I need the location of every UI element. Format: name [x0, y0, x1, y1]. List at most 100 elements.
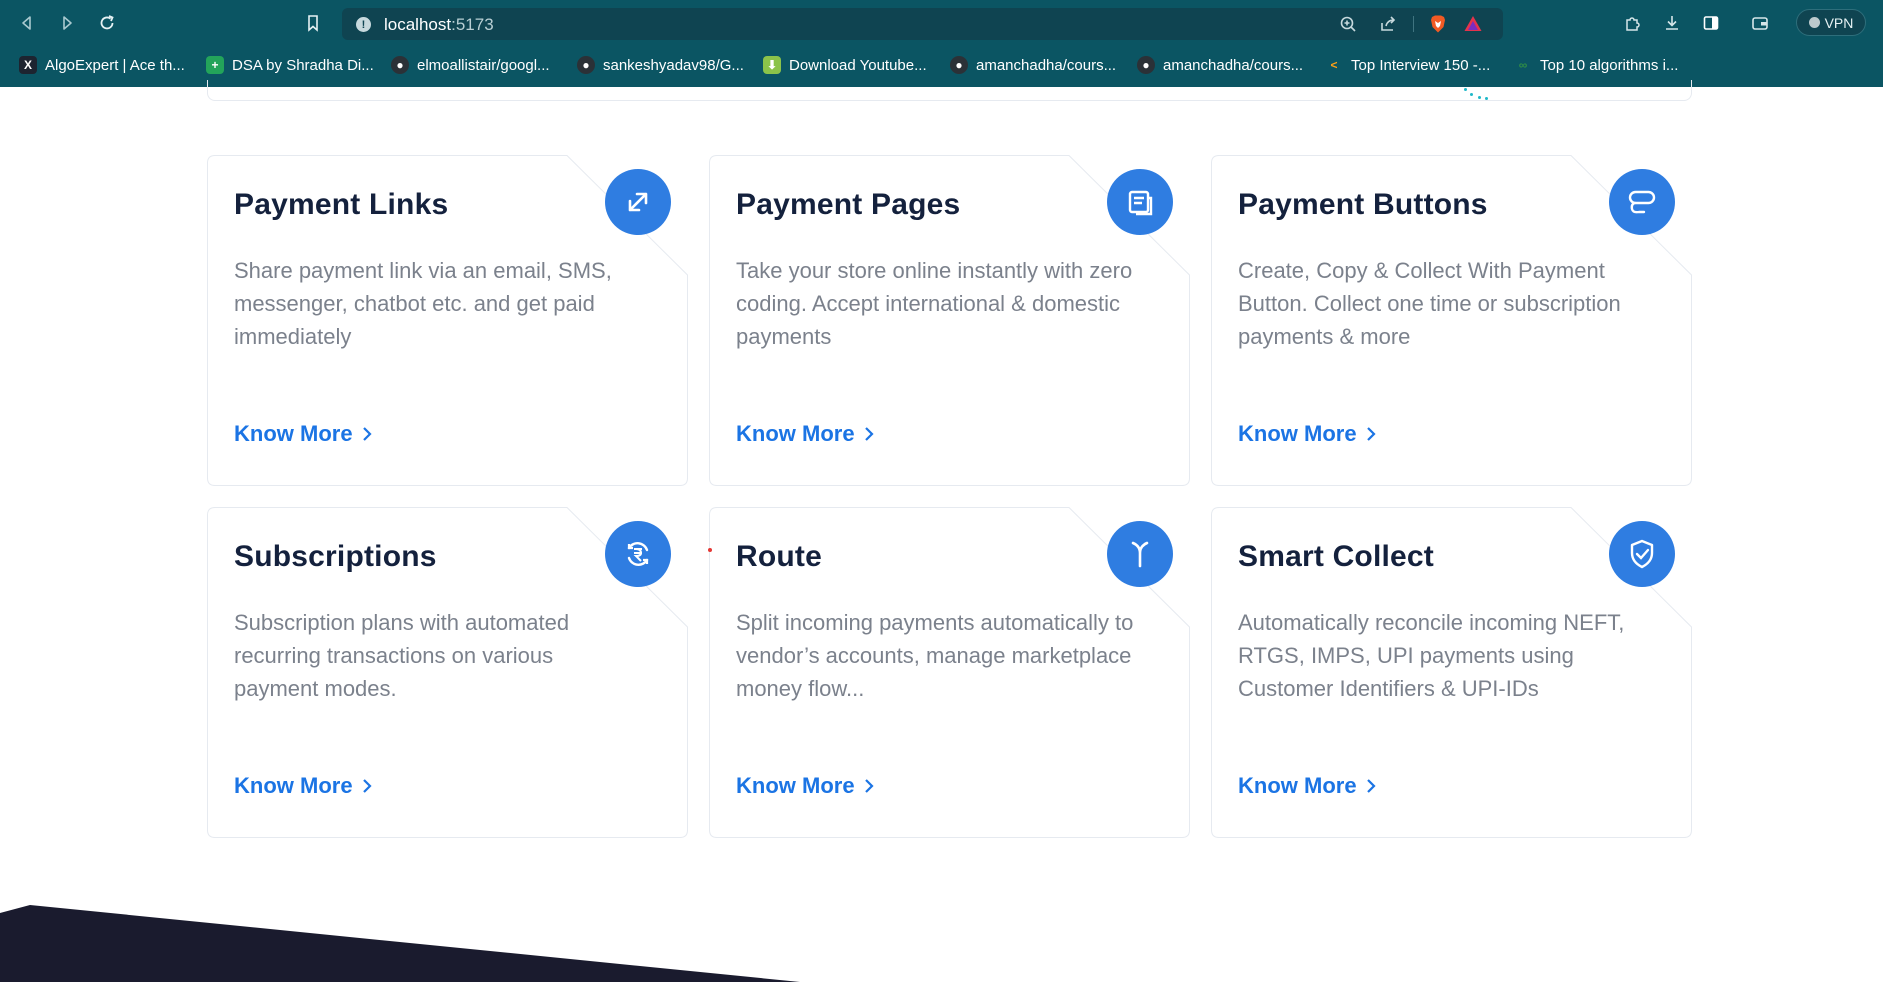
browser-chrome: ! localhost:5173 VPN X AlgoExpert | Ace …	[0, 0, 1883, 87]
chevron-right-icon	[864, 779, 874, 793]
know-more-label: Know More	[1238, 773, 1357, 798]
product-card-smart-collect[interactable]: Smart Collect Automatically reconcile in…	[1211, 507, 1692, 838]
bookmark-label: Top 10 algorithms i...	[1540, 56, 1679, 74]
card-description: Automatically reconcile incoming NEFT, R…	[1238, 610, 1625, 701]
bookmark-icon[interactable]	[300, 10, 326, 36]
address-bar[interactable]: ! localhost:5173	[342, 8, 1503, 40]
bookmark-label: amanchadha/cours...	[976, 56, 1117, 74]
extensions-icon[interactable]	[1620, 10, 1646, 36]
know-more-link[interactable]: Know More	[736, 421, 875, 447]
know-more-link[interactable]: Know More	[1238, 421, 1377, 447]
bookmark-label: Download Youtube...	[789, 56, 927, 74]
payment-pages-icon	[1107, 169, 1173, 235]
product-card-payment-buttons[interactable]: Payment Buttons Create, Copy & Collect W…	[1211, 155, 1692, 486]
card-description: Share payment link via an email, SMS, me…	[234, 258, 612, 349]
bookmark-label: sankeshyadav98/G...	[603, 56, 744, 74]
know-more-label: Know More	[736, 773, 855, 798]
sidebar-toggle-icon[interactable]	[1698, 10, 1724, 36]
download-icon: ⬇	[763, 56, 781, 74]
card-title: Payment Links	[234, 188, 449, 221]
vpn-label: VPN	[1824, 14, 1854, 31]
url-divider	[1413, 16, 1414, 32]
bookmark-item[interactable]: ● amanchadha/cours...	[1137, 53, 1303, 77]
card-description: Create, Copy & Collect With Payment Butt…	[1238, 258, 1621, 349]
brave-shields-icon[interactable]	[1428, 14, 1448, 34]
bookmark-label: amanchadha/cours...	[1163, 56, 1304, 74]
algoexpert-icon: X	[19, 56, 37, 74]
github-icon: ●	[577, 56, 595, 74]
downloads-icon[interactable]	[1659, 10, 1685, 36]
loader-dot	[1478, 96, 1481, 99]
bookmark-item[interactable]: X AlgoExpert | Ace th...	[19, 53, 185, 77]
geeksforgeeks-icon: ∞	[1518, 58, 1528, 72]
url-text[interactable]: localhost:5173	[384, 15, 494, 35]
github-icon: ●	[950, 56, 968, 74]
wallet-icon[interactable]	[1747, 10, 1773, 36]
leetcode-icon: <	[1330, 58, 1338, 72]
bookmark-item[interactable]: < Top Interview 150 -...	[1325, 53, 1490, 77]
reload-icon[interactable]	[94, 10, 120, 36]
browser-toolbar: ! localhost:5173 VPN	[0, 0, 1883, 46]
card-title: Payment Pages	[736, 188, 961, 221]
chevron-right-icon	[362, 779, 372, 793]
chevron-right-icon	[1366, 427, 1376, 441]
site-info-icon[interactable]: !	[356, 17, 371, 32]
bookmark-label: DSA by Shradha Di...	[232, 56, 374, 74]
know-more-label: Know More	[234, 773, 353, 798]
subscriptions-rupee-icon	[605, 521, 671, 587]
know-more-link[interactable]: Know More	[234, 773, 373, 799]
card-title: Subscriptions	[234, 540, 437, 573]
bookmark-item[interactable]: ∞ Top 10 algorithms i...	[1514, 53, 1679, 77]
bookmark-item[interactable]: ● sankeshyadav98/G...	[577, 53, 744, 77]
know-more-label: Know More	[1238, 421, 1357, 446]
product-card-payment-pages[interactable]: Payment Pages Take your store online ins…	[709, 155, 1190, 486]
card-description: Split incoming payments automatically to…	[736, 610, 1134, 701]
vpn-button[interactable]: VPN	[1796, 9, 1866, 36]
product-card-payment-links[interactable]: Payment Links Share payment link via an …	[207, 155, 688, 486]
know-more-link[interactable]: Know More	[234, 421, 373, 447]
zoom-icon[interactable]	[1338, 14, 1358, 34]
github-icon: ●	[391, 56, 409, 74]
card-description: Take your store online instantly with ze…	[736, 258, 1133, 349]
chevron-right-icon	[362, 427, 372, 441]
chevron-right-icon	[864, 427, 874, 441]
payment-buttons-icon	[1609, 169, 1675, 235]
payment-links-icon	[605, 169, 671, 235]
bookmark-item[interactable]: ● elmoallistair/googl...	[391, 53, 550, 77]
shield-check-icon	[1609, 521, 1675, 587]
card-title: Route	[736, 540, 822, 573]
know-more-link[interactable]: Know More	[1238, 773, 1377, 799]
know-more-link[interactable]: Know More	[736, 773, 875, 799]
loader-dot	[1485, 97, 1488, 100]
bookmark-label: elmoallistair/googl...	[417, 56, 550, 74]
know-more-label: Know More	[736, 421, 855, 446]
back-icon[interactable]	[14, 10, 40, 36]
loader-dot	[1470, 93, 1473, 96]
url-host: localhost	[384, 15, 452, 34]
previous-section-card	[207, 80, 1692, 101]
bookmarks-bar: X AlgoExpert | Ace th... + DSA by Shradh…	[0, 50, 1883, 80]
footer-dark-wedge	[0, 905, 800, 982]
brave-rewards-icon[interactable]	[1463, 14, 1483, 34]
bookmark-item[interactable]: + DSA by Shradha Di...	[206, 53, 374, 77]
bookmark-item[interactable]: ⬇ Download Youtube...	[763, 53, 927, 77]
know-more-label: Know More	[234, 421, 353, 446]
loader-dot	[1464, 88, 1467, 91]
sheets-icon: +	[206, 56, 224, 74]
vpn-status-icon	[1808, 17, 1820, 28]
github-icon: ●	[1137, 56, 1155, 74]
bookmark-label: Top Interview 150 -...	[1351, 56, 1491, 74]
route-split-icon	[1107, 521, 1173, 587]
product-card-route[interactable]: Route Split incoming payments automatica…	[709, 507, 1190, 838]
card-title: Payment Buttons	[1238, 188, 1488, 221]
card-title: Smart Collect	[1238, 540, 1434, 573]
card-description: Subscription plans with automated recurr…	[234, 610, 570, 701]
cursor-dot	[708, 548, 712, 552]
forward-icon[interactable]	[54, 10, 80, 36]
product-card-subscriptions[interactable]: Subscriptions Subscription plans with au…	[207, 507, 688, 838]
url-port: :5173	[451, 15, 494, 34]
share-icon[interactable]	[1378, 14, 1398, 34]
chevron-right-icon	[1366, 779, 1376, 793]
bookmark-label: AlgoExpert | Ace th...	[45, 56, 185, 74]
bookmark-item[interactable]: ● amanchadha/cours...	[950, 53, 1116, 77]
